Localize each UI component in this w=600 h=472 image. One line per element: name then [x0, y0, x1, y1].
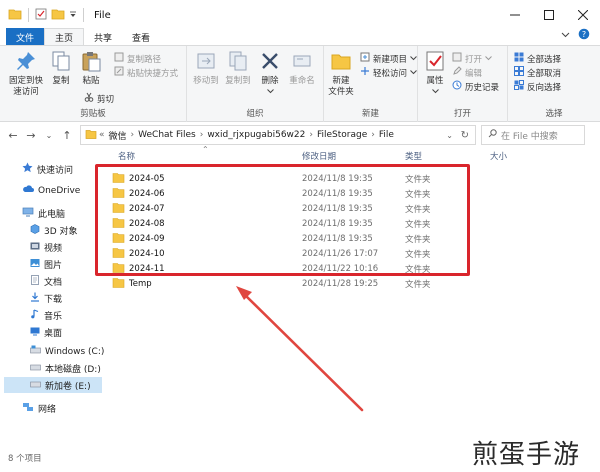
watermark: 煎蛋手游 — [472, 440, 581, 470]
annotation-arrow — [236, 286, 364, 412]
status-item-count: 8 个项目 — [8, 454, 42, 464]
